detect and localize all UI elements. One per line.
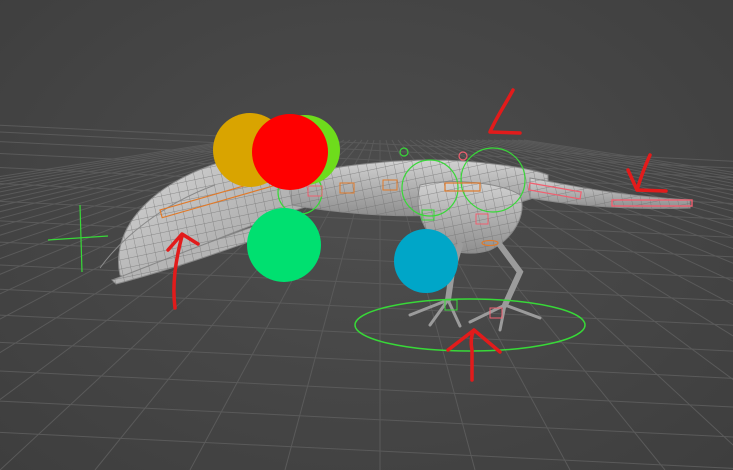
grid-line (0, 241, 733, 279)
grid-line (0, 400, 733, 438)
grid-line (0, 264, 733, 302)
head-control-red[interactable] (252, 114, 328, 190)
viewport-scene[interactable] (0, 0, 733, 470)
grid-line (0, 370, 733, 408)
world-locator-v[interactable] (79, 204, 83, 273)
grid-line (0, 288, 733, 326)
grid-line (0, 124, 733, 162)
arrow-spine (488, 88, 522, 135)
chest-control-cyan[interactable] (394, 229, 458, 293)
grid-line (0, 131, 733, 169)
jaw-control-green[interactable] (247, 208, 321, 282)
3d-viewport[interactable] (0, 0, 733, 470)
grid-line (0, 220, 733, 258)
grid-line (0, 431, 733, 469)
grid-line (0, 314, 733, 352)
grid-line (0, 341, 733, 379)
